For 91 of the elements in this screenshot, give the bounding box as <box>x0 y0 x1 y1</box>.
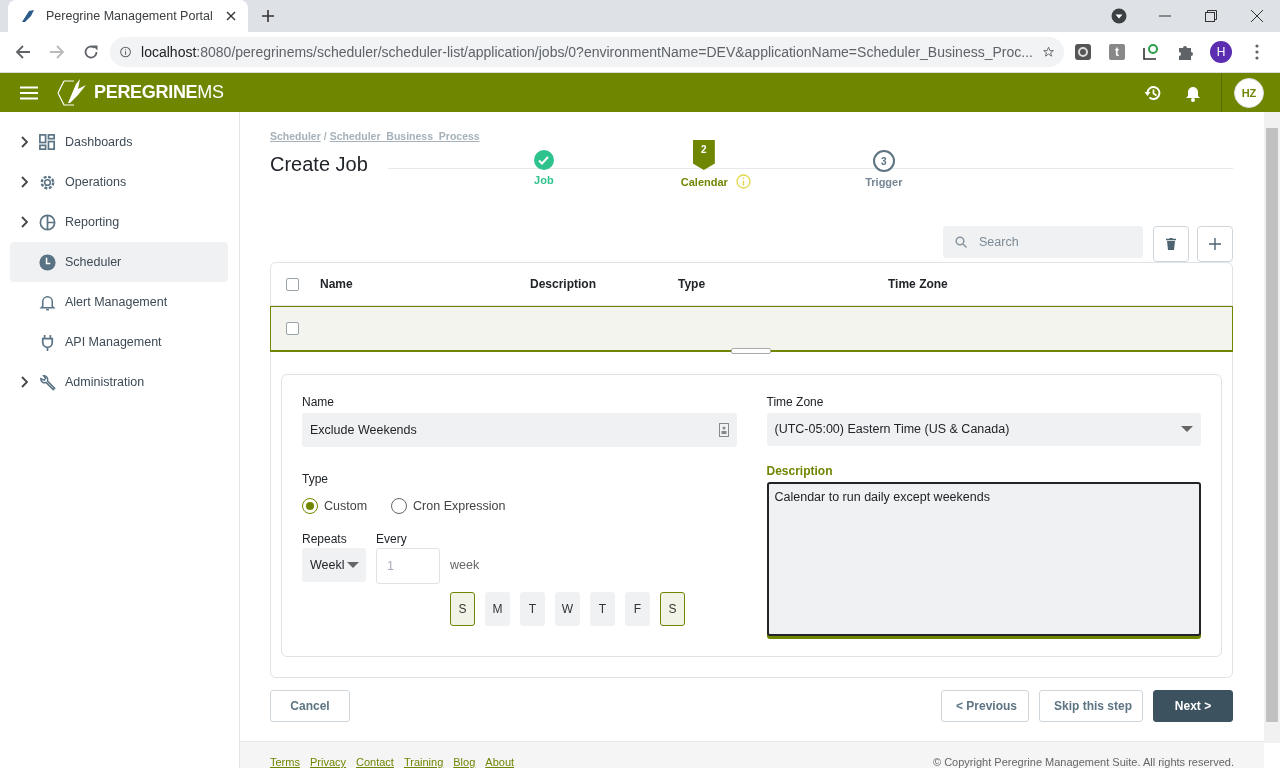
search-field[interactable]: Search <box>943 226 1143 258</box>
day-toggle[interactable]: M <box>485 592 510 626</box>
column-header[interactable]: Name <box>320 277 530 291</box>
plus-icon <box>1209 238 1221 250</box>
history-icon[interactable] <box>1144 83 1162 102</box>
browser-tab[interactable]: Peregrine Management Portal <box>8 0 248 32</box>
menu-icon[interactable] <box>1255 44 1259 60</box>
sidebar-item[interactable]: Operations <box>10 162 228 202</box>
day-toggle[interactable]: T <box>520 592 545 626</box>
contact-card-icon[interactable] <box>718 423 729 437</box>
pie-icon <box>38 212 57 232</box>
column-header[interactable]: Time Zone <box>888 277 1088 291</box>
footer-link[interactable]: Training <box>403 756 444 768</box>
dropdown-icon[interactable] <box>1111 8 1127 24</box>
user-avatar[interactable]: HZ <box>1234 77 1264 108</box>
info-icon <box>120 44 132 60</box>
trash-icon <box>1166 238 1176 250</box>
checkbox[interactable] <box>286 322 299 335</box>
sidebar-item[interactable]: API Management <box>10 322 228 362</box>
name-field[interactable]: Exclude Weekends <box>302 413 737 447</box>
puzzle-icon[interactable] <box>1176 43 1194 61</box>
star-icon[interactable] <box>1042 44 1054 60</box>
description-field[interactable]: Calendar to run daily except weekends <box>766 481 1201 636</box>
reload-icon[interactable] <box>83 44 99 60</box>
unit-label: week <box>450 558 480 574</box>
add-button[interactable] <box>1197 226 1233 262</box>
field-label: Type <box>302 472 329 486</box>
menu-icon[interactable] <box>20 85 38 100</box>
chevron-icon[interactable] <box>20 136 28 148</box>
radio-option[interactable]: Custom <box>302 498 368 514</box>
skip-button[interactable]: Skip this step <box>1039 690 1143 722</box>
check-icon[interactable] <box>533 150 554 170</box>
field-label: Every <box>376 532 408 546</box>
search-icon <box>955 236 967 248</box>
repeats-dropdown[interactable]: Weekl <box>302 548 366 582</box>
column-header[interactable]: Description <box>530 277 678 291</box>
caret-icon <box>1181 426 1193 433</box>
footer-link[interactable]: Privacy <box>309 756 346 768</box>
close-icon[interactable] <box>1251 10 1263 22</box>
scrollbar[interactable] <box>1264 112 1280 743</box>
field-label: Description <box>766 463 834 478</box>
sidebar-item[interactable]: Administration <box>10 362 228 402</box>
sidebar-item[interactable]: Reporting <box>10 202 228 242</box>
day-toggle[interactable]: S <box>660 592 685 626</box>
address-bar[interactable]: localhost:8080/peregrinems/scheduler/scheduler-list/application/jobs/0?environmentName=DEV&applicationName=Scheduler_Business_Proc... <box>110 37 1064 67</box>
close-icon[interactable] <box>226 11 236 21</box>
step-marker[interactable]: 2 <box>692 140 715 170</box>
sidebar-item[interactable]: Scheduler <box>10 242 228 282</box>
page-title: Create Job <box>270 153 368 176</box>
day-toggle[interactable]: W <box>555 592 580 626</box>
cancel-button[interactable]: Cancel <box>270 690 350 722</box>
caret-icon <box>346 562 359 568</box>
step-label[interactable]: Calendar <box>680 175 728 188</box>
copyright-text: © Copyright Peregrine Management Suite. All rights reserved. <box>933 756 1234 768</box>
logo-text: PEREGRINEMS <box>94 82 224 103</box>
breadcrumb-separator: / <box>323 130 327 142</box>
back-icon[interactable] <box>15 44 31 60</box>
extension-icon[interactable] <box>1074 43 1092 61</box>
sidebar-item[interactable]: Dashboards <box>10 122 228 162</box>
delete-button[interactable] <box>1153 226 1189 262</box>
field-label: Time Zone <box>766 395 825 409</box>
previous-button[interactable]: < Previous <box>941 690 1029 722</box>
column-header[interactable]: Type <box>678 277 888 291</box>
footer-link[interactable]: Blog <box>453 756 476 768</box>
next-button[interactable]: Next > <box>1153 690 1233 722</box>
day-toggle[interactable]: T <box>590 592 615 626</box>
field-label: Repeats <box>302 532 348 546</box>
footer-link[interactable]: About <box>485 756 515 768</box>
radio-option[interactable]: Cron Expression <box>391 498 506 514</box>
checkbox[interactable] <box>286 277 299 291</box>
footer-link[interactable]: Contact <box>356 756 394 768</box>
profile-avatar[interactable]: H <box>1210 41 1232 63</box>
sidebar-item[interactable]: Alert Management <box>10 282 228 322</box>
step-marker[interactable]: 3 <box>872 150 895 172</box>
extension-icon[interactable]: t <box>1109 44 1125 60</box>
chevron-icon[interactable] <box>20 176 28 188</box>
chevron-icon[interactable] <box>20 376 28 388</box>
wrench-icon <box>38 372 57 392</box>
footer-link[interactable]: Terms <box>270 756 300 768</box>
field-label: Name <box>302 395 335 409</box>
timezone-dropdown[interactable]: (UTC-05:00) Eastern Time (US & Canada) <box>766 413 1201 446</box>
restore-icon[interactable] <box>1205 10 1217 22</box>
new-tab-icon[interactable] <box>261 9 275 23</box>
step-label[interactable]: Trigger <box>865 176 903 188</box>
chevron-icon[interactable] <box>20 216 28 228</box>
table-row[interactable] <box>270 306 1233 352</box>
clock-icon <box>38 252 57 272</box>
day-toggle[interactable]: S <box>450 592 475 626</box>
resize-handle[interactable] <box>731 348 771 354</box>
day-toggle[interactable]: F <box>625 592 650 626</box>
grid-icon <box>38 132 57 152</box>
